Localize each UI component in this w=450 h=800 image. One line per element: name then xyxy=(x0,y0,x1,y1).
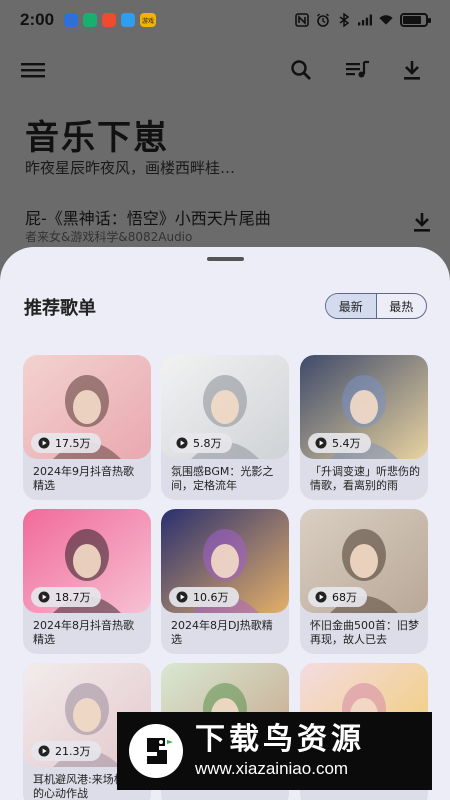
playlist-cover: 5.8万 xyxy=(161,355,289,459)
page-subtitle: 昨夜星辰昨夜风，画楼西畔桂… xyxy=(25,159,236,177)
system-icons xyxy=(295,13,431,27)
alarm-icon xyxy=(316,13,330,27)
bird-logo-icon xyxy=(129,724,183,778)
playlist-title: 2024年8月DJ热歌精选 xyxy=(171,619,273,646)
game-app-icon: 游戏 xyxy=(140,13,157,27)
playlist-icon[interactable] xyxy=(343,55,373,85)
page-title: 音乐下崽 xyxy=(25,118,169,158)
play-count-badge: 5.8万 xyxy=(169,433,232,453)
play-count-badge: 17.5万 xyxy=(31,433,101,453)
play-count: 5.4万 xyxy=(332,437,361,450)
status-time: 2:00 xyxy=(20,10,55,29)
play-count: 17.5万 xyxy=(55,437,91,450)
play-count-icon xyxy=(38,437,50,449)
watermark-text: 下载鸟资源 xyxy=(195,722,365,757)
playlist-cover: 18.7万 xyxy=(23,509,151,613)
play-count-icon xyxy=(38,591,50,603)
now-playing-artist: 者来女&游戏科学&8082Audio xyxy=(25,230,193,244)
taobao-app-icon xyxy=(102,13,117,27)
battery-icon xyxy=(400,13,431,27)
play-count-icon xyxy=(315,437,327,449)
cloud-app-icon xyxy=(121,13,136,27)
playlist-card[interactable]: 18.7万 2024年8月抖音热歌精选 xyxy=(23,509,151,654)
play-count-icon xyxy=(176,437,188,449)
play-count: 21.3万 xyxy=(55,745,91,758)
menu-icon[interactable] xyxy=(18,55,48,85)
download-icon[interactable] xyxy=(397,55,427,85)
tab-hottest[interactable]: 最热 xyxy=(377,294,427,318)
signal-icon xyxy=(358,13,372,27)
playlist-cover: 10.6万 xyxy=(161,509,289,613)
watermark: 下载鸟资源 www.xiazainiao.com xyxy=(117,712,432,790)
playlist-card[interactable]: 10.6万 2024年8月DJ热歌精选 xyxy=(161,509,289,654)
play-count-badge: 21.3万 xyxy=(31,741,101,761)
play-count-icon xyxy=(38,745,50,757)
wifi-icon xyxy=(379,13,393,27)
play-count: 10.6万 xyxy=(193,591,229,604)
play-count: 18.7万 xyxy=(55,591,91,604)
tab-latest[interactable]: 最新 xyxy=(326,294,377,318)
play-count-icon xyxy=(176,591,188,603)
playlist-cover: 5.4万 xyxy=(300,355,428,459)
drag-handle[interactable] xyxy=(207,257,244,261)
music-app-icon xyxy=(64,13,79,27)
play-count: 68万 xyxy=(332,591,357,604)
playlist-title: 怀旧金曲500首：旧梦再现，故人已去 xyxy=(310,619,419,646)
status-bar: 2:00 游戏 xyxy=(0,0,450,40)
nfc-icon xyxy=(295,13,309,27)
playlist-cover: 17.5万 xyxy=(23,355,151,459)
song-download-icon[interactable] xyxy=(412,211,432,237)
playlist-card[interactable]: 68万怀旧金曲500首：旧梦再现，故人已去 xyxy=(300,509,428,654)
play-count-badge: 18.7万 xyxy=(31,587,101,607)
bluetooth-icon xyxy=(337,13,351,27)
play-count-icon xyxy=(315,591,327,603)
shield-app-icon xyxy=(83,13,98,27)
playlist-card[interactable]: 17.5万 2024年9月抖音热歌精选 xyxy=(23,355,151,500)
watermark-url: www.xiazainiao.com xyxy=(195,759,349,778)
playlist-cover: 68万 xyxy=(300,509,428,613)
play-count-badge: 5.4万 xyxy=(308,433,371,453)
playlist-title: 氛围感BGM：光影之间，定格流年 xyxy=(171,465,274,492)
now-playing-song[interactable]: 屁-《黑神话：悟空》小西天片尾曲 xyxy=(25,205,271,229)
playlist-title: 2024年8月抖音热歌精选 xyxy=(33,619,134,646)
sort-toggle: 最新 最热 xyxy=(325,293,427,319)
play-count-badge: 10.6万 xyxy=(169,587,239,607)
playlist-title: 「升调变速」听悲伤的情歌，看离别的雨 xyxy=(310,465,420,492)
playlist-card[interactable]: 5.4万「升调变速」听悲伤的情歌，看离别的雨 xyxy=(300,355,428,500)
play-count-badge: 68万 xyxy=(308,587,367,607)
playlist-title: 2024年9月抖音热歌精选 xyxy=(33,465,134,492)
top-bar xyxy=(0,45,450,93)
playlist-card[interactable]: 5.8万氛围感BGM：光影之间，定格流年 xyxy=(161,355,289,500)
notification-icons: 游戏 xyxy=(64,13,157,27)
search-icon[interactable] xyxy=(286,55,316,85)
section-title: 推荐歌单 xyxy=(24,298,96,319)
play-count: 5.8万 xyxy=(193,437,222,450)
